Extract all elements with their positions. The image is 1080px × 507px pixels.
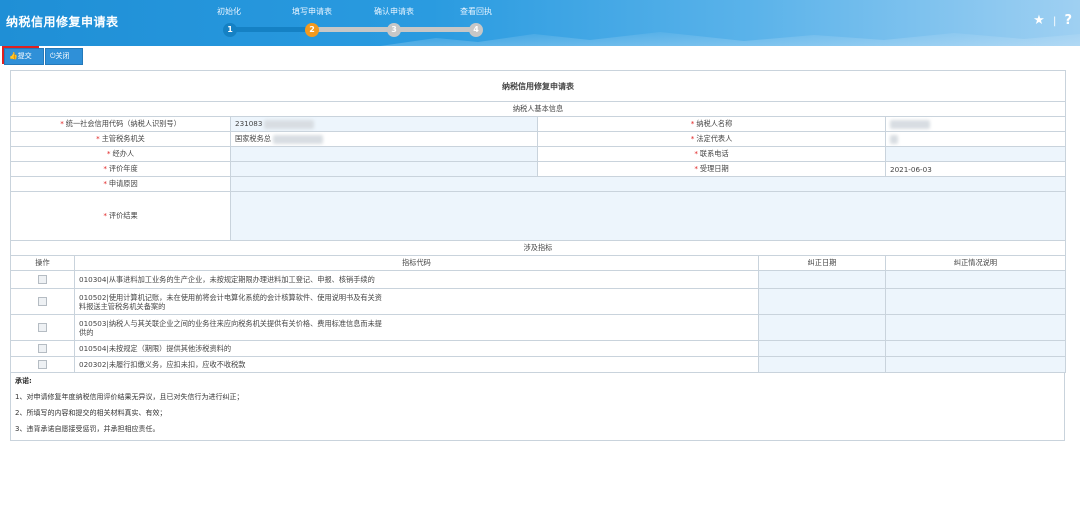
indicator-checkbox-cell	[10, 288, 75, 315]
step-line-3	[399, 27, 479, 32]
credit-code-label: * 统一社会信用代码（纳税人识别号）	[10, 116, 231, 132]
promise-item: 2、所填写的内容和提交的相关材料真实、有效；	[15, 409, 167, 417]
indicator-desc-input[interactable]	[885, 270, 1066, 289]
indicator-text: 020302|未履行扣缴义务，应扣未扣，应收不收税款	[74, 356, 759, 373]
indicator-checkbox[interactable]	[38, 297, 47, 307]
close-label: 关闭	[55, 52, 70, 60]
indicator-checkbox-cell	[10, 356, 75, 373]
indicator-date-input[interactable]	[758, 356, 886, 373]
reason-label: * 申请原因	[10, 176, 231, 192]
indicator-text: 010504|未按规定（期限）提供其他涉税资料的	[74, 340, 759, 357]
reason-input[interactable]	[230, 176, 1066, 192]
separator: |	[1052, 16, 1057, 27]
result-textarea[interactable]	[230, 191, 1066, 241]
submit-button[interactable]: 👍提交	[4, 48, 44, 65]
indicator-desc-input[interactable]	[885, 314, 1066, 341]
indicator-date-input[interactable]	[758, 270, 886, 289]
phone-input[interactable]	[885, 146, 1066, 162]
indicator-date-input[interactable]	[758, 340, 886, 357]
eval-year-label: * 评价年度	[10, 161, 231, 177]
application-form: 纳税信用修复申请表 纳税人基本信息 * 统一社会信用代码（纳税人识别号） 2310…	[10, 70, 1066, 441]
indicator-text: 010502|使用计算机记账，未在使用前将会计电算化系统的会计核算软件、使用说明…	[79, 292, 382, 311]
step-dot-1: 1	[223, 23, 237, 37]
taxpayer-name-field[interactable]	[885, 116, 1066, 132]
indicator-text: 010503|纳税人与其关联企业之间的业务往来应向税务机关提供有关价格、费用标准…	[79, 318, 382, 337]
header-icons: ★ | ?	[1029, 13, 1072, 28]
indicator-row: 010502|使用计算机记账，未在使用前将会计电算化系统的会计核算软件、使用说明…	[10, 288, 1066, 315]
col-header-desc: 纠正情况说明	[885, 255, 1066, 271]
close-button[interactable]: ⏻关闭	[45, 48, 83, 65]
col-header-date: 纠正日期	[758, 255, 886, 271]
step-label-2: 填写申请表	[292, 7, 332, 16]
page-title: 纳税信用修复申请表	[6, 15, 119, 29]
indicator-checkbox[interactable]	[38, 275, 47, 285]
result-label: * 评价结果	[10, 191, 231, 241]
indicator-desc-input[interactable]	[885, 340, 1066, 357]
indicator-desc-input[interactable]	[885, 356, 1066, 373]
indicator-text: 010304|从事进料加工业务的生产企业，未按规定期限办理进料加工登记、申报、核…	[74, 270, 759, 289]
step-progress: 初始化 填写申请表 确认申请表 查看回执 1 2 3 4	[205, 4, 505, 42]
indicator-row: 010304|从事进料加工业务的生产企业，未按规定期限办理进料加工登记、申报、核…	[10, 270, 1066, 289]
indicator-date-input[interactable]	[758, 288, 886, 315]
tax-authority-label: * 主管税务机关	[10, 131, 231, 147]
handler-input[interactable]	[230, 146, 538, 162]
tax-authority-field[interactable]: 国家税务总	[230, 131, 538, 147]
indicator-checkbox-cell	[10, 314, 75, 341]
col-header-operation: 操作	[10, 255, 75, 271]
help-icon[interactable]: ?	[1064, 13, 1072, 28]
accept-date-label: * 受理日期	[537, 161, 886, 177]
step-label-3: 确认申请表	[374, 7, 414, 16]
eval-year-input[interactable]	[230, 161, 538, 177]
indicator-row: 010503|纳税人与其关联企业之间的业务往来应向税务机关提供有关价格、费用标准…	[10, 314, 1066, 341]
indicator-checkbox[interactable]	[38, 323, 47, 333]
step-dot-2: 2	[305, 23, 319, 37]
indicators-heading: 涉及指标	[10, 240, 1066, 256]
indicator-checkbox[interactable]	[38, 344, 47, 354]
indicator-row: 010504|未按规定（期限）提供其他涉税资料的	[10, 340, 1066, 357]
handler-label: * 经办人	[10, 146, 231, 162]
legal-rep-label: * 法定代表人	[537, 131, 886, 147]
star-icon[interactable]: ★	[1033, 13, 1045, 28]
form-title: 纳税信用修复申请表	[10, 70, 1066, 102]
step-dot-3: 3	[387, 23, 401, 37]
phone-label: * 联系电话	[537, 146, 886, 162]
indicator-checkbox[interactable]	[38, 360, 47, 370]
credit-code-field[interactable]: 231083	[230, 116, 538, 132]
promise-item: 3、违背承诺自愿接受惩罚，并承担相应责任。	[15, 425, 160, 433]
form-table: 纳税信用修复申请表 纳税人基本信息 * 统一社会信用代码（纳税人识别号） 2310…	[10, 70, 1066, 373]
promise-section: 承诺: 1、对申请修复年度纳税信用评价结果无异议，且已对失信行为进行纠正； 2、…	[10, 373, 1065, 441]
promise-item: 1、对申请修复年度纳税信用评价结果无异议，且已对失信行为进行纠正；	[15, 393, 244, 401]
thumbs-up-icon: 👍	[9, 52, 18, 60]
step-label-1: 初始化	[217, 7, 241, 16]
indicator-date-input[interactable]	[758, 314, 886, 341]
taxpayer-name-label: * 纳税人名称	[537, 116, 886, 132]
col-header-code: 指标代码	[74, 255, 759, 271]
accept-date-field: 2021-06-03	[885, 161, 1066, 177]
promise-heading: 承诺:	[15, 377, 32, 385]
indicator-checkbox-cell	[10, 340, 75, 357]
step-dot-4: 4	[469, 23, 483, 37]
header-bar: 纳税信用修复申请表 初始化 填写申请表 确认申请表 查看回执 1 2 3 4 ★…	[0, 0, 1080, 46]
legal-rep-field[interactable]	[885, 131, 1066, 147]
indicator-checkbox-cell	[10, 270, 75, 289]
basic-info-heading: 纳税人基本信息	[10, 101, 1066, 117]
indicator-row: 020302|未履行扣缴义务，应扣未扣，应收不收税款	[10, 356, 1066, 373]
submit-label: 提交	[17, 52, 32, 60]
indicator-desc-input[interactable]	[885, 288, 1066, 315]
step-label-4: 查看回执	[460, 7, 492, 16]
